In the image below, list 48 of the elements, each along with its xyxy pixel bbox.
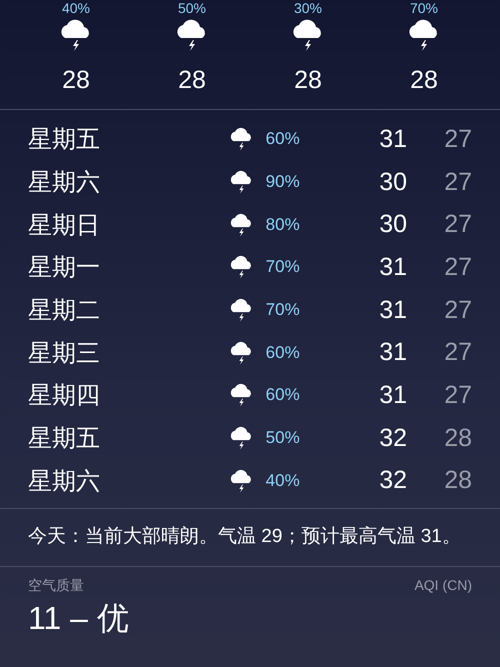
- precipitation-chance: 80%: [266, 214, 301, 235]
- air-quality-value: 11 – 优: [28, 599, 130, 638]
- low-temperature: 27: [443, 168, 472, 197]
- precipitation-chance: 40%: [266, 470, 301, 491]
- precipitation-chance: 70%: [266, 257, 301, 278]
- weekday: 星期六: [28, 466, 101, 497]
- hour-temperature: 28: [62, 66, 90, 95]
- high-temperature: 31: [378, 380, 408, 410]
- weekday: 星期日: [28, 210, 101, 241]
- high-temperature: 32: [378, 466, 408, 496]
- precipitation-chance: 60%: [266, 129, 301, 150]
- precipitation-chance: 70%: [266, 300, 301, 320]
- precipitation-chance: 60%: [266, 342, 301, 363]
- hour-temperature: 28: [178, 66, 206, 95]
- weekday: 星期四: [28, 381, 101, 412]
- precipitation-chance: 90%: [266, 172, 301, 192]
- low-temperature: 27: [443, 124, 472, 154]
- low-temperature: 28: [443, 466, 472, 496]
- high-temperature: 31: [378, 252, 408, 282]
- high-temperature: 30: [378, 210, 408, 240]
- weekday: 星期二: [28, 296, 101, 326]
- weekday: 星期一: [28, 253, 101, 284]
- hour-temperature: 28: [294, 66, 322, 95]
- weekday: 星期六: [28, 168, 101, 198]
- precipitation-chance: 60%: [266, 385, 301, 406]
- low-temperature: 27: [443, 210, 472, 240]
- hour-temperature: 28: [410, 66, 438, 95]
- low-temperature: 27: [443, 380, 472, 410]
- forecast-summary: 今天：当前大部晴朗。气温 29；预计最高气温 31。: [0, 509, 500, 568]
- low-temperature: 27: [443, 252, 472, 282]
- high-temperature: 31: [378, 338, 408, 368]
- aqi-scale: AQI (CN): [414, 577, 472, 596]
- precipitation-chance: 50%: [178, 0, 206, 16]
- high-temperature: 31: [378, 124, 408, 154]
- air-quality-label: 空气质量: [28, 577, 84, 596]
- weekday: 星期五: [28, 424, 101, 454]
- precipitation-chance: 30%: [294, 0, 322, 16]
- low-temperature: 28: [443, 424, 472, 453]
- low-temperature: 27: [443, 296, 472, 325]
- high-temperature: 32: [378, 424, 408, 453]
- weekday: 星期五: [28, 125, 101, 156]
- weekday: 星期三: [28, 338, 101, 369]
- high-temperature: 31: [378, 296, 408, 325]
- precipitation-chance: 50%: [266, 428, 301, 448]
- precipitation-chance: 40%: [62, 0, 90, 16]
- high-temperature: 30: [378, 168, 408, 197]
- low-temperature: 27: [443, 338, 472, 368]
- precipitation-chance: 70%: [410, 0, 438, 16]
